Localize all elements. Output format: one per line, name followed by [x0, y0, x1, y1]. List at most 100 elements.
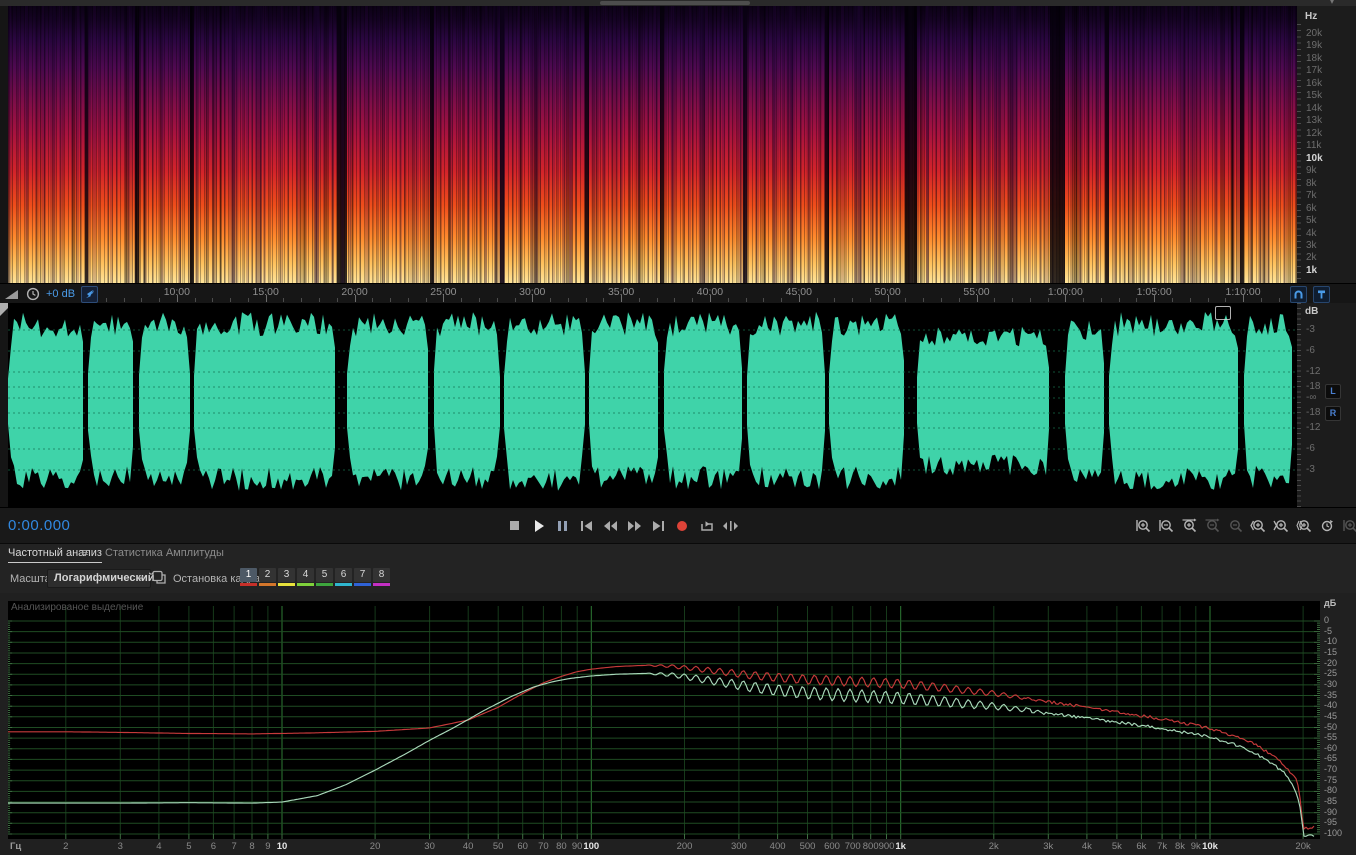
copy-graph-button[interactable]: [150, 569, 168, 586]
frame-hold-3-button[interactable]: 3: [278, 568, 295, 586]
zoom-in-button[interactable]: [1132, 517, 1154, 535]
snap-toggle-button[interactable]: [81, 285, 99, 303]
frequency-tick-label: 4: [156, 841, 162, 852]
clock-icon[interactable]: [26, 287, 40, 301]
db-tick-label: -5: [1324, 625, 1333, 636]
stop-icon: [509, 521, 519, 530]
panel-menu-icon[interactable]: ≡: [82, 547, 88, 559]
play-icon: [534, 520, 544, 532]
scrollbar-handle[interactable]: [600, 1, 750, 5]
amplitude-tick-label: -12: [1306, 366, 1321, 377]
waveform-display[interactable]: [8, 303, 1297, 507]
frame-hold-color-swatch: [259, 583, 276, 586]
db-tick-label: -55: [1324, 732, 1338, 743]
db-tick-label: -50: [1324, 721, 1338, 732]
frame-hold-number: 4: [297, 568, 314, 582]
frame-hold-8-button[interactable]: 8: [373, 568, 390, 586]
channel-left-button[interactable]: L: [1325, 384, 1341, 399]
frequency-tick-label: 6: [210, 841, 217, 852]
frequency-tick-label: 8: [249, 841, 255, 852]
timeline-tick: [869, 298, 871, 302]
fast-forward-button[interactable]: [623, 517, 645, 535]
frequency-tick-label: 18k: [1306, 52, 1323, 64]
stop-button[interactable]: [503, 517, 525, 535]
frequency-tick-label: 7k: [1306, 190, 1317, 202]
timeline-tick: [1189, 298, 1191, 302]
record-button[interactable]: [671, 517, 693, 535]
timeline-tick: [585, 298, 587, 302]
timeline-tick: [390, 298, 392, 302]
frequency-tick-label: 60: [517, 841, 528, 852]
zoom-in-at-in-point-button[interactable]: [1247, 517, 1269, 535]
frame-hold-number: 5: [316, 568, 333, 582]
frequency-tick-label: 200: [676, 841, 693, 852]
timeline-tick: [692, 298, 694, 302]
db-tick-label: -95: [1324, 817, 1338, 828]
skip-cursor-button[interactable]: [719, 517, 741, 535]
frame-hold-color-swatch: [373, 583, 390, 586]
channel-right-button[interactable]: R: [1325, 406, 1341, 421]
frequency-tick-label: 10k: [1202, 841, 1218, 852]
frequency-tick-label: 5k: [1111, 841, 1122, 852]
frame-hold-1-button[interactable]: 1: [240, 568, 257, 586]
frame-hold-2-button[interactable]: 2: [259, 568, 276, 586]
frequency-tick-label: 4k: [1081, 841, 1092, 852]
frequency-tick-label: 2k: [1306, 252, 1317, 264]
db-tick-label: -70: [1324, 764, 1338, 775]
skip-end-button[interactable]: [647, 517, 669, 535]
amplitude-ruler-ticks: [1297, 303, 1301, 507]
volume-gain-value[interactable]: +0 dB: [46, 288, 75, 300]
spectrogram-display[interactable]: [8, 6, 1297, 283]
skip-start-button[interactable]: [575, 517, 597, 535]
timeline-tick: [567, 298, 569, 302]
volume-ramp-icon[interactable]: [4, 287, 20, 301]
skip-cursor-icon: [722, 521, 738, 531]
frequency-tick-label: 17k: [1306, 65, 1323, 77]
transport-controls: [503, 517, 741, 535]
db-tick-label: -30: [1324, 678, 1338, 689]
frame-hold-7-button[interactable]: 7: [354, 568, 371, 586]
pause-button[interactable]: [551, 517, 573, 535]
timeline-tick: [674, 298, 676, 302]
playhead-time-display[interactable]: 0:00.000: [8, 517, 70, 534]
rewind-button[interactable]: [599, 517, 621, 535]
play-button[interactable]: [527, 517, 549, 535]
scale-select[interactable]: Логарифмический ⌄: [47, 569, 155, 588]
waveform-panel: dB -3 -6 -12 -18 -∞ -18 -12 -6 -3 L R: [0, 303, 1356, 507]
tab-amplitude-statistics[interactable]: Статистика Амплитуды: [105, 547, 224, 559]
timeline-tick: [478, 298, 480, 302]
frame-hold-5-button[interactable]: 5: [316, 568, 333, 586]
frequency-tick-label: 7k: [1157, 841, 1168, 852]
frequency-tick-label: 5k: [1306, 215, 1317, 227]
frequency-tick-label: 9k: [1190, 841, 1201, 852]
panel-handle-icon[interactable]: [1215, 306, 1231, 320]
zoom-to-selection-width-button[interactable]: [1293, 517, 1315, 535]
spectral-display-toggle-button[interactable]: [1290, 286, 1307, 303]
timeline-tick: [194, 298, 196, 302]
timeline-tick: [852, 298, 854, 302]
zoom-in-icon: [1135, 520, 1150, 533]
db-tick-label: 0: [1324, 615, 1330, 625]
timeline-tick: [212, 298, 214, 302]
db-tick-label: -25: [1324, 668, 1338, 679]
x-axis-unit: Гц: [10, 841, 22, 852]
timeline-ruler[interactable]: :0010:0015:0020:0025:0030:0035:0040:0045…: [0, 283, 1356, 304]
timeline-tick: [1118, 298, 1120, 302]
frequency-tick-label: 10k: [1306, 152, 1323, 164]
zoom-out-button[interactable]: [1155, 517, 1177, 535]
timeline-tick: [319, 298, 320, 302]
zoom-to-selection-button[interactable]: [1178, 517, 1200, 535]
frame-hold-4-button[interactable]: 4: [297, 568, 314, 586]
zoom-in-at-out-point-button[interactable]: [1270, 517, 1292, 535]
amplitude-tick-label: -6: [1306, 345, 1315, 356]
frequency-graph-plot[interactable]: Анализированое выделение: [8, 601, 1320, 839]
amplitude-tick-label: -18: [1306, 407, 1321, 418]
frequency-tick-label: 300: [730, 841, 747, 852]
frequency-tick-label: 3k: [1306, 239, 1317, 251]
timeline-tick: [1172, 298, 1173, 302]
timeline-tick: [1029, 298, 1031, 302]
reset-zoom-button[interactable]: [1316, 517, 1338, 535]
pin-display-toggle-button[interactable]: [1313, 286, 1330, 303]
frame-hold-6-button[interactable]: 6: [335, 568, 352, 586]
loop-button[interactable]: [695, 517, 717, 535]
